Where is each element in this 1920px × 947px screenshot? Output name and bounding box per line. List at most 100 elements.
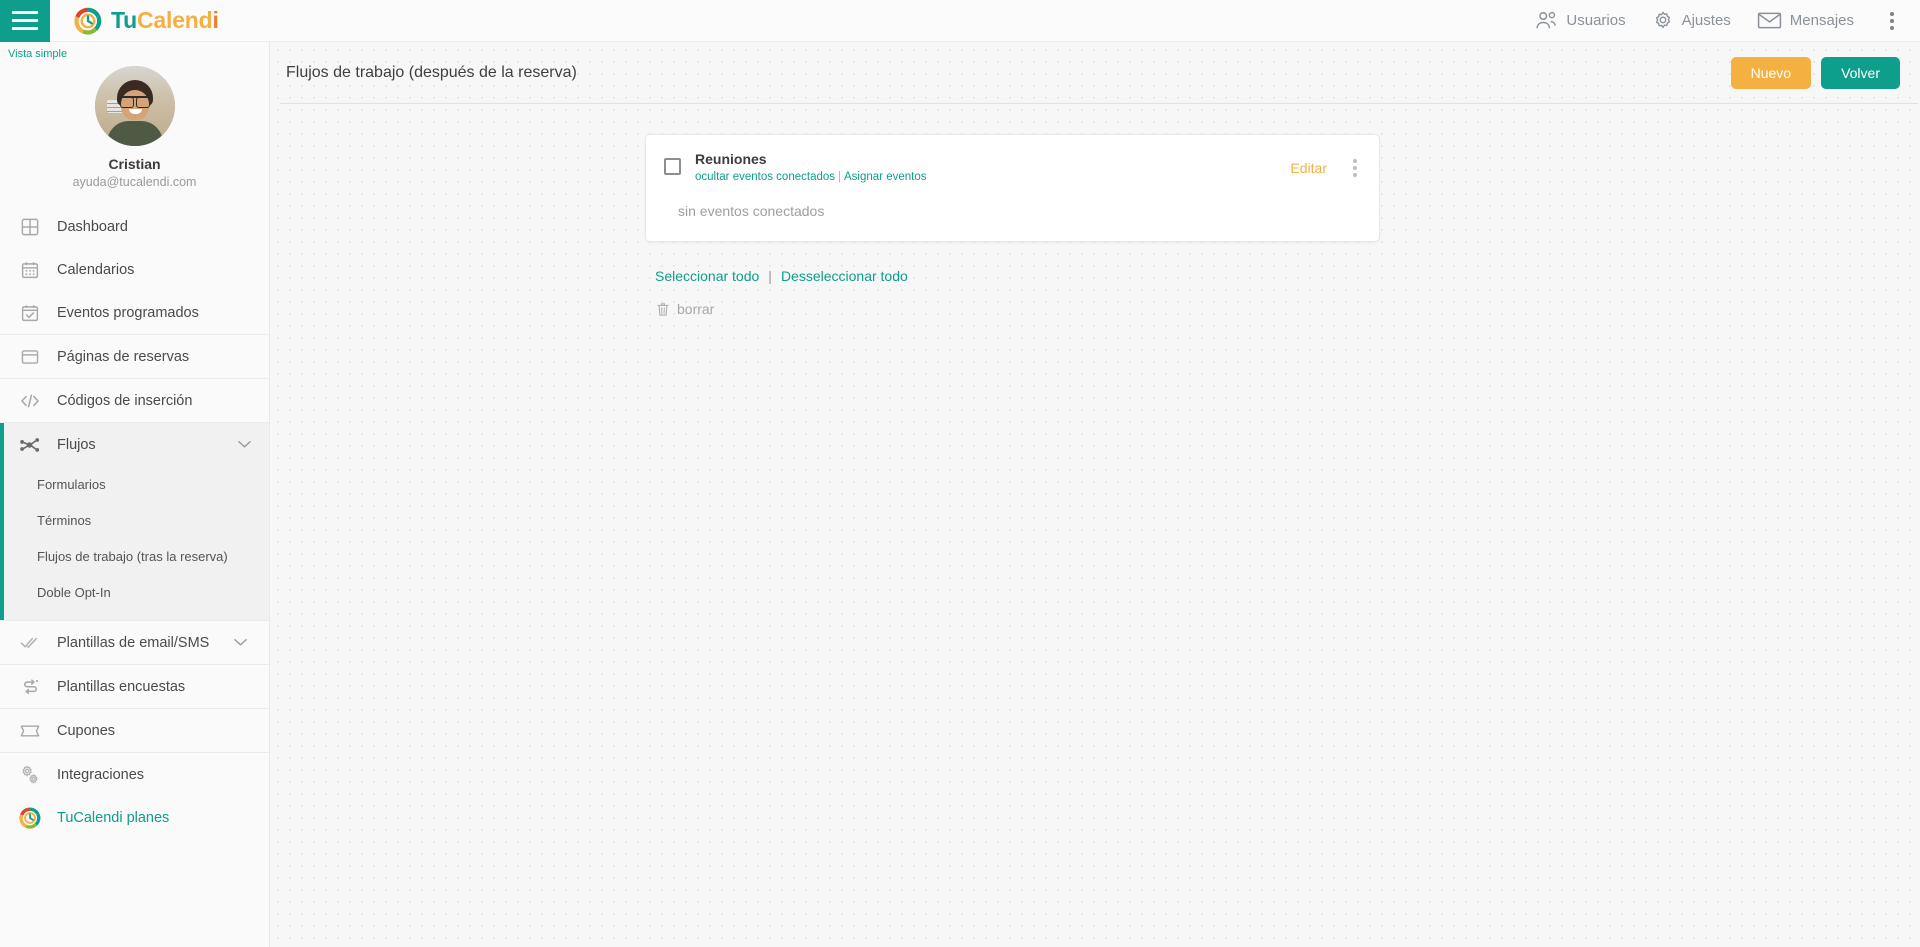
new-button[interactable]: Nuevo	[1730, 56, 1812, 89]
workflow-links: ocultar eventos conectados | Asignar event…	[695, 171, 926, 183]
tucalendi-logo-icon	[19, 807, 41, 829]
brand-logo[interactable]: TuCalendi	[74, 7, 219, 35]
brand-part-1: Tu	[111, 7, 137, 33]
dot	[1890, 25, 1894, 30]
sidebar-subnav-flujos: Formularios Términos Flujos de trabajo (…	[4, 466, 269, 620]
hide-connected-events-link[interactable]: ocultar eventos conectados	[695, 171, 835, 183]
sidebar-label-codigos-de-insercion: Códigos de inserción	[57, 392, 193, 409]
vertical-dots-icon[interactable]	[1349, 157, 1361, 179]
topbar-item-ajustes[interactable]: Ajustes	[1652, 10, 1731, 32]
window-icon	[19, 346, 41, 368]
dot	[1890, 11, 1894, 16]
link-separator: |	[838, 171, 842, 183]
survey-icon	[19, 676, 41, 698]
sidebar-label-dashboard: Dashboard	[57, 218, 128, 235]
tucalendi-logo-icon	[74, 7, 102, 35]
sidebar-label-plantillas-email-sms: Plantillas de email/SMS	[57, 634, 210, 651]
sidebar-item-paginas-de-reservas[interactable]: Páginas de reservas	[0, 335, 269, 378]
assign-events-link[interactable]: Asignar eventos	[844, 171, 926, 183]
selection-actions: Seleccionar todo | Desseleccionar todo	[645, 268, 908, 284]
sidebar-label-cupones: Cupones	[57, 722, 116, 739]
calendar-check-icon	[19, 302, 41, 324]
hamburger-bar	[12, 11, 38, 14]
topbar-label-ajustes: Ajustes	[1681, 12, 1731, 29]
profile-email: ayuda@tucalendi.com	[72, 175, 197, 189]
topbar-item-usuarios[interactable]: Usuarios	[1534, 11, 1626, 31]
sidebar-item-tucalendi-planes[interactable]: TuCalendi planes	[0, 796, 269, 839]
sidebar-item-flujos-de-trabajo[interactable]: Flujos de trabajo (tras la reserva)	[4, 538, 269, 574]
workflow-card: Reuniones ocultar eventos conectados | Asi…	[645, 134, 1380, 242]
brand-text: TuCalendi	[111, 7, 219, 34]
sidebar-item-integraciones[interactable]: Integraciones	[0, 753, 269, 796]
dot	[1353, 159, 1357, 163]
trash-icon	[657, 302, 669, 316]
deselect-all-link[interactable]: Desseleccionar todo	[781, 268, 908, 284]
hamburger-bar	[12, 19, 38, 22]
sidebar-item-eventos-programados[interactable]: Eventos programados	[0, 291, 269, 334]
chevron-down-icon[interactable]	[234, 638, 247, 647]
code-icon	[19, 390, 41, 412]
hamburger-bar	[12, 27, 38, 30]
sidebar-label-integraciones: Integraciones	[57, 766, 145, 783]
sidebar: Vista simple Cristian ayuda@tucalendi.co…	[0, 42, 270, 947]
sidebar-profile: Cristian ayuda@tucalendi.com	[0, 62, 269, 205]
avatar-glasses	[119, 96, 150, 108]
edit-link[interactable]: Editar	[1290, 160, 1327, 176]
avatar-body	[106, 121, 163, 146]
delete-action[interactable]: borrar	[645, 301, 714, 317]
dot	[1353, 173, 1357, 177]
workflow-card-titles: Reuniones ocultar eventos conectados | Asi…	[695, 151, 926, 183]
top-bar-actions: Usuarios Ajustes Mensajes	[1534, 6, 1920, 36]
empty-state-text: sin eventos conectados	[678, 203, 825, 219]
grid-icon	[19, 216, 41, 238]
select-all-link[interactable]: Seleccionar todo	[655, 268, 759, 284]
main-content: Flujos de trabajo (después de la reserva…	[270, 42, 1920, 947]
ticket-icon	[19, 720, 41, 742]
workflow-checkbox[interactable]	[664, 158, 681, 175]
sidebar-label-flujos: Flujos	[57, 436, 96, 453]
flow-node-icon	[19, 434, 41, 456]
sidebar-item-dashboard[interactable]: Dashboard	[0, 205, 269, 248]
brand-part-3: i	[212, 7, 219, 33]
topbar-label-mensajes: Mensajes	[1789, 12, 1854, 29]
dot	[1353, 166, 1357, 170]
avatar-smile	[128, 109, 142, 114]
topbar-label-usuarios: Usuarios	[1566, 12, 1626, 29]
profile-name: Cristian	[108, 156, 161, 172]
sidebar-group-flujos: Flujos Formularios Términos Flujos de tr…	[0, 423, 269, 620]
sidebar-item-plantillas-encuestas[interactable]: Plantillas encuestas	[0, 665, 269, 708]
topbar-item-mensajes[interactable]: Mensajes	[1757, 11, 1854, 30]
page-header-actions: Nuevo Volver	[1730, 56, 1900, 89]
vista-simple-link[interactable]: Vista simple	[0, 42, 67, 60]
gears-icon	[19, 764, 41, 786]
vertical-dots-icon[interactable]	[1880, 6, 1904, 36]
sidebar-item-formularios[interactable]: Formularios	[4, 466, 269, 502]
selection-separator: |	[768, 268, 772, 284]
hamburger-icon[interactable]	[0, 0, 50, 42]
sidebar-item-cupones[interactable]: Cupones	[0, 709, 269, 752]
sidebar-item-terminos[interactable]: Términos	[4, 502, 269, 538]
gear-icon	[1655, 11, 1670, 28]
sidebar-item-codigos-de-insercion[interactable]: Códigos de inserción	[0, 379, 269, 422]
page-header: Flujos de trabajo (después de la reserva…	[270, 42, 1920, 103]
delete-label: borrar	[677, 301, 715, 317]
top-bar: TuCalendi Usuarios Ajustes Mensajes	[0, 0, 1920, 42]
content-area: Reuniones ocultar eventos conectados | Asi…	[270, 104, 1920, 317]
sidebar-label-paginas-de-reservas: Páginas de reservas	[57, 348, 190, 365]
sidebar-item-doble-opt-in[interactable]: Doble Opt-In	[4, 574, 269, 610]
sidebar-nav: Dashboard Calendarios Eventos programado…	[0, 205, 269, 839]
double-check-icon	[19, 632, 41, 654]
sidebar-item-calendarios[interactable]: Calendarios	[0, 248, 269, 291]
sidebar-item-flujos[interactable]: Flujos	[4, 423, 269, 466]
sidebar-item-plantillas-email-sms[interactable]: Plantillas de email/SMS	[0, 621, 269, 664]
envelope-icon	[1757, 12, 1781, 29]
page-title: Flujos de trabajo (después de la reserva…	[286, 63, 577, 81]
back-button[interactable]: Volver	[1821, 56, 1900, 89]
sidebar-label-plantillas-encuestas: Plantillas encuestas	[57, 678, 186, 695]
avatar[interactable]	[94, 66, 175, 146]
chevron-down-icon[interactable]	[238, 440, 251, 449]
brand-part-2: Calend	[137, 7, 213, 33]
sidebar-label-calendarios: Calendarios	[57, 261, 135, 278]
workflow-title: Reuniones	[695, 151, 767, 167]
calendar-icon	[19, 259, 41, 281]
